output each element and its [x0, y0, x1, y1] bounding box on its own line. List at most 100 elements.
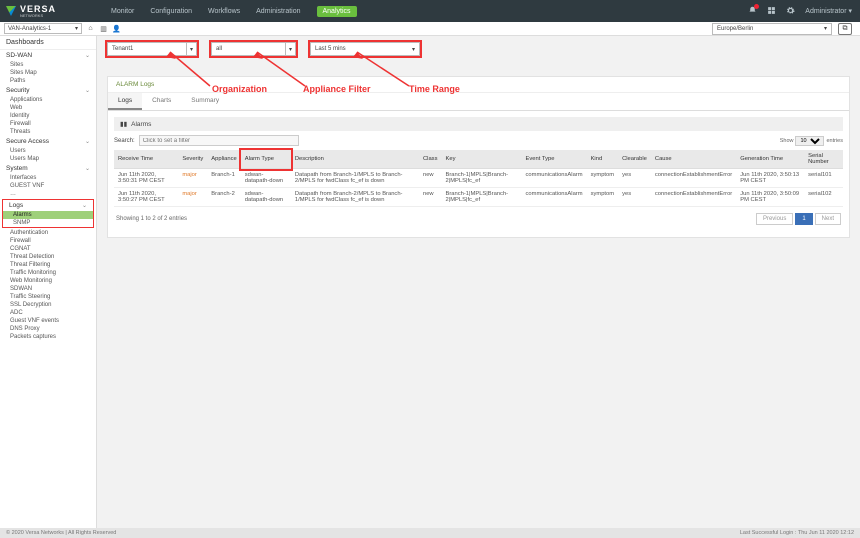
- sidebar-item[interactable]: GUEST VNF: [0, 182, 96, 190]
- sidebar-item[interactable]: Users: [0, 147, 96, 155]
- col-header[interactable]: Event Type: [522, 150, 587, 169]
- alarms-table: Receive TimeSeverityApplianceAlarm TypeD…: [114, 150, 843, 207]
- sidebar-log-item[interactable]: Traffic Steering: [0, 293, 96, 301]
- col-header[interactable]: Key: [441, 150, 521, 169]
- sidebar-item[interactable]: Sites: [0, 61, 96, 69]
- sidebar-log-item[interactable]: DNS Proxy: [0, 325, 96, 333]
- table-cell: communicationsAlarm: [522, 169, 587, 188]
- context-bar: VAN-Analytics-1▾ ⌂ ▥ 👤 Europe/Berlin▾ ⧉: [0, 22, 860, 36]
- sidebar-log-item[interactable]: SDWAN: [0, 285, 96, 293]
- table-cell: yes: [618, 169, 651, 188]
- sidebar-log-item[interactable]: SNMP: [3, 219, 93, 227]
- table-cell: Datapath from Branch-1/MPLS to Branch-2/…: [291, 169, 419, 188]
- col-header[interactable]: Serial Number: [804, 150, 843, 169]
- tab-summary[interactable]: Summary: [181, 93, 229, 110]
- sidebar-title: Dashboards: [0, 36, 96, 50]
- page-next[interactable]: Next: [815, 213, 841, 225]
- table-cell: sdwan-datapath-down: [241, 169, 291, 188]
- topnav-analytics[interactable]: Analytics: [317, 6, 357, 17]
- tab-logs[interactable]: Logs: [108, 93, 142, 110]
- sidebar-item[interactable]: Sites Map: [0, 69, 96, 77]
- col-header[interactable]: Kind: [587, 150, 619, 169]
- tab-charts[interactable]: Charts: [142, 93, 181, 110]
- anno-label-time: Time Range: [409, 84, 460, 94]
- panel-tabs: LogsChartsSummary: [108, 93, 849, 111]
- table-cell: Branch-1: [207, 169, 240, 188]
- search-input[interactable]: [139, 135, 299, 146]
- sidebar-item[interactable]: Interfaces: [0, 174, 96, 182]
- col-header[interactable]: Alarm Type: [241, 150, 291, 169]
- topnav-workflows[interactable]: Workflows: [208, 8, 240, 15]
- sidebar-item[interactable]: Applications: [0, 96, 96, 104]
- logo-icon: [6, 6, 16, 16]
- header-right: Administrator ▾: [748, 6, 860, 17]
- sidebar-item[interactable]: Firewall: [0, 120, 96, 128]
- col-header[interactable]: Generation Time: [736, 150, 804, 169]
- home-icon[interactable]: ⌂: [86, 24, 95, 33]
- sidebar-item[interactable]: Identity: [0, 112, 96, 120]
- sidebar-log-item[interactable]: Guest VNF events: [0, 317, 96, 325]
- sidebar-log-item[interactable]: Threat Detection: [0, 253, 96, 261]
- table-cell: major: [178, 188, 207, 207]
- col-header[interactable]: Appliance: [207, 150, 240, 169]
- settings-icon[interactable]: [786, 6, 795, 17]
- user-icon[interactable]: 👤: [112, 24, 121, 33]
- col-header[interactable]: Severity: [178, 150, 207, 169]
- table-cell: symptom: [587, 188, 619, 207]
- footer: © 2020 Versa Networks | All Rights Reser…: [0, 528, 860, 538]
- sidebar-item[interactable]: …: [0, 190, 96, 198]
- table-row[interactable]: Jun 11th 2020, 3:50:31 PM CESTmajorBranc…: [114, 169, 843, 188]
- table-cell: Datapath from Branch-2/MPLS to Branch-1/…: [291, 188, 419, 207]
- brand-sub: NETWORKS: [20, 13, 56, 18]
- table-row[interactable]: Jun 11th 2020, 3:50:27 PM CESTmajor Branc…: [114, 188, 843, 207]
- sidebar-log-item[interactable]: ADC: [0, 309, 96, 317]
- sidebar-log-item[interactable]: Authentication: [0, 229, 96, 237]
- sidebar-log-item[interactable]: Traffic Monitoring: [0, 269, 96, 277]
- col-header[interactable]: Clearable: [618, 150, 651, 169]
- sidebar-group[interactable]: Secure Access⌄: [0, 136, 96, 147]
- brand-logo: VERSA NETWORKS: [0, 4, 97, 18]
- topnav-administration[interactable]: Administration: [256, 8, 300, 15]
- table-cell: communicationsAlarm: [522, 188, 587, 207]
- notifications-icon[interactable]: [748, 6, 757, 17]
- sidebar-log-item[interactable]: Packets captures: [0, 333, 96, 341]
- page-prev[interactable]: Previous: [756, 213, 793, 225]
- grid-icon[interactable]: [767, 6, 776, 17]
- user-menu[interactable]: Administrator ▾: [805, 7, 852, 15]
- table-cell: serial101: [804, 169, 843, 188]
- table-heading: ▮▮Alarms: [114, 117, 843, 131]
- sidebar-group[interactable]: Security⌄: [0, 85, 96, 96]
- page-current[interactable]: 1: [795, 213, 812, 225]
- topnav-monitor[interactable]: Monitor: [111, 8, 134, 15]
- anno-arrow-time: [327, 52, 417, 92]
- table-cell: Jun 11th 2020, 3:50:27 PM CEST: [114, 188, 178, 207]
- col-header[interactable]: Cause: [651, 150, 736, 169]
- sidebar-group[interactable]: SD-WAN⌄: [0, 50, 96, 61]
- sidebar-log-item[interactable]: Web Monitoring: [0, 277, 96, 285]
- sidebar-group[interactable]: System⌄: [0, 163, 96, 174]
- col-header[interactable]: Receive Time: [114, 150, 178, 169]
- tenant-select[interactable]: VAN-Analytics-1▾: [4, 23, 82, 34]
- table-cell: connectionEstablishmentError: [651, 188, 736, 207]
- sidebar-item[interactable]: Paths: [0, 77, 96, 85]
- anno-arrow-app: [227, 52, 312, 92]
- sidebar-log-item[interactable]: Threat Filtering: [0, 261, 96, 269]
- export-icon[interactable]: ⧉: [838, 23, 852, 35]
- table-cell: Branch-1|MPLS|Branch-2|MPLS|fc_ef: [441, 188, 521, 207]
- sidebar-log-item[interactable]: Firewall: [0, 237, 96, 245]
- col-header[interactable]: Class: [419, 150, 442, 169]
- sidebar-item[interactable]: Users Map: [0, 155, 96, 163]
- topnav-configuration[interactable]: Configuration: [150, 8, 192, 15]
- columns-icon[interactable]: ▥: [99, 24, 108, 33]
- table-cell: sdwan-datapath-down: [241, 188, 291, 207]
- sidebar-log-item[interactable]: SSL Decryption: [0, 301, 96, 309]
- sidebar-group-logs[interactable]: Logs⌄: [3, 200, 93, 211]
- timezone-select[interactable]: Europe/Berlin▾: [712, 23, 832, 35]
- sidebar-log-item[interactable]: CGNAT: [0, 245, 96, 253]
- sidebar-log-item[interactable]: Alarms: [3, 211, 93, 219]
- sidebar-item[interactable]: Web: [0, 104, 96, 112]
- entries-select[interactable]: 10: [795, 136, 824, 146]
- app-header: VERSA NETWORKS Monitor Configuration Workf…: [0, 0, 860, 22]
- col-header[interactable]: Description: [291, 150, 419, 169]
- sidebar-item[interactable]: Threats: [0, 128, 96, 136]
